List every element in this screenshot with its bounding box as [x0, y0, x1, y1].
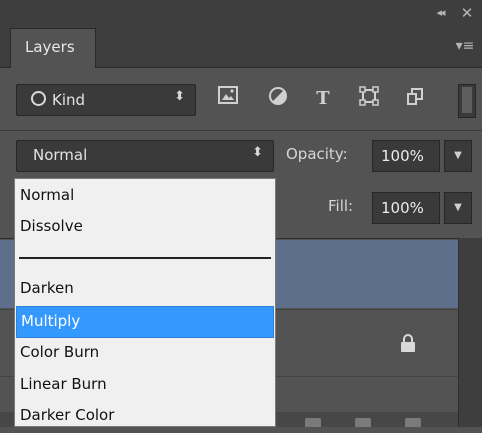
fill-dropdown-button[interactable]: ▼ [444, 192, 472, 224]
blend-option-normal[interactable]: Normal [16, 181, 274, 213]
panel-menu-icon[interactable]: ▾≡ [454, 38, 476, 56]
smart-object-icon[interactable] [402, 86, 428, 112]
tab-strip: Layers ▾≡ [0, 28, 482, 68]
lock-icon [400, 334, 416, 352]
shape-icon[interactable] [356, 86, 382, 112]
scrollbar[interactable] [458, 238, 482, 427]
opacity-label: Opacity: [286, 145, 348, 163]
blend-option-darker-color[interactable]: Darker Color [16, 401, 274, 433]
panel-title-bar: ◂◂ ✕ [0, 0, 482, 28]
trash-icon[interactable] [405, 418, 421, 427]
fill-label: Fill: [328, 197, 354, 215]
tab-layers[interactable]: Layers [10, 28, 96, 68]
new-layer-icon[interactable] [355, 418, 371, 427]
opacity-input[interactable]: 100% [372, 140, 440, 172]
collapse-icon[interactable]: ◂◂ [430, 6, 450, 22]
type-icon[interactable]: T [310, 86, 336, 112]
fill-input[interactable]: 100% [372, 192, 440, 224]
blend-mode-dropdown: Normal Dissolve Darken Multiply Color Bu… [14, 178, 276, 427]
blend-option-darken[interactable]: Darken [16, 274, 274, 306]
filter-kind-label: Kind [52, 91, 86, 109]
toggle-knob [462, 87, 472, 113]
folder-icon[interactable] [305, 418, 321, 427]
chevron-updown-icon: ⬍ [174, 89, 185, 104]
blend-option-linear-burn[interactable]: Linear Burn [16, 370, 274, 402]
blend-mode-select[interactable]: Normal ⬍ [16, 140, 274, 172]
filter-toggle[interactable] [458, 84, 476, 118]
blend-option-dissolve[interactable]: Dissolve [16, 212, 274, 244]
blend-option-color-burn[interactable]: Color Burn [16, 338, 274, 370]
menu-separator [19, 257, 271, 259]
search-icon [31, 91, 46, 106]
blend-option-multiply[interactable]: Multiply [16, 306, 274, 338]
adjustment-icon[interactable] [265, 86, 291, 112]
opacity-dropdown-button[interactable]: ▼ [444, 140, 472, 172]
filter-kind-select[interactable]: Kind ⬍ [16, 84, 196, 116]
blend-mode-value: Normal [33, 146, 88, 164]
close-icon[interactable]: ✕ [458, 4, 476, 22]
image-icon[interactable] [215, 86, 241, 112]
chevron-updown-icon: ⬍ [252, 145, 263, 160]
divider [0, 130, 482, 131]
